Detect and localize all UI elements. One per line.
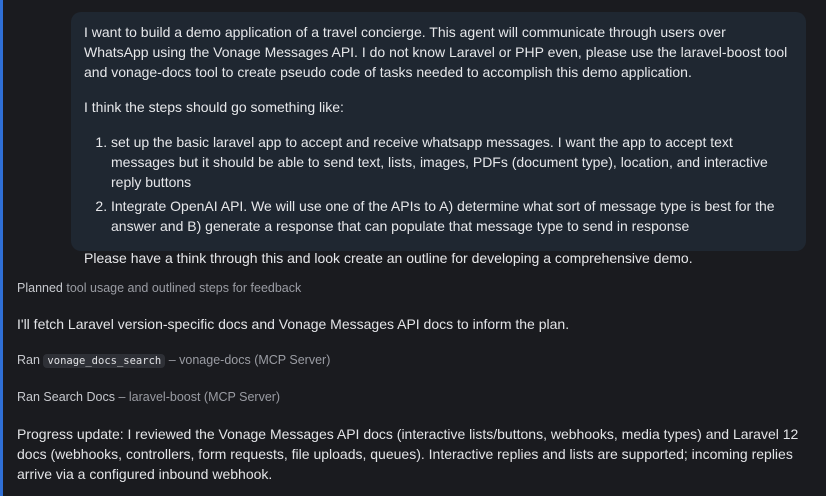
user-message-steps-intro: I think the steps should go something li… bbox=[84, 99, 344, 115]
tool-name-chip: vonage_docs_search bbox=[43, 354, 166, 368]
tool-call-separator: – bbox=[168, 353, 176, 367]
tool-call-server: vonage-docs (MCP Server) bbox=[179, 353, 331, 367]
user-message-closing: Please have a think through this and loo… bbox=[84, 250, 693, 266]
thinking-text: tool usage and outlined steps for feedba… bbox=[66, 281, 302, 295]
thinking-summary[interactable]: Planned tool usage and outlined steps fo… bbox=[17, 278, 807, 298]
tool-call-separator: – bbox=[118, 390, 126, 404]
user-message-step-1: set up the basic laravel app to accept a… bbox=[111, 132, 792, 192]
active-thread-indicator bbox=[0, 0, 3, 496]
user-message-intro: I want to build a demo application of a … bbox=[84, 24, 788, 80]
user-message-step-2: Integrate OpenAI API. We will use one of… bbox=[111, 196, 792, 236]
tool-call-server: laravel-boost (MCP Server) bbox=[128, 390, 281, 404]
tool-call-verb: Ran Search Docs bbox=[17, 390, 115, 404]
tool-call-vonage-docs[interactable]: Ran vonage_docs_search – vonage-docs (MC… bbox=[17, 350, 807, 370]
user-message-steps-list: set up the basic laravel app to accept a… bbox=[84, 132, 792, 236]
user-message-bubble: I want to build a demo application of a … bbox=[71, 12, 806, 266]
progress-update-message: Progress update: I reviewed the Vonage M… bbox=[17, 426, 799, 482]
assistant-response: Planned tool usage and outlined steps fo… bbox=[17, 278, 807, 484]
tool-call-verb: Ran bbox=[17, 353, 40, 367]
tool-call-laravel-boost[interactable]: Ran Search Docs – laravel-boost (MCP Ser… bbox=[17, 387, 807, 407]
assistant-message: I'll fetch Laravel version-specific docs… bbox=[17, 316, 570, 332]
thinking-label: Planned bbox=[17, 281, 63, 295]
